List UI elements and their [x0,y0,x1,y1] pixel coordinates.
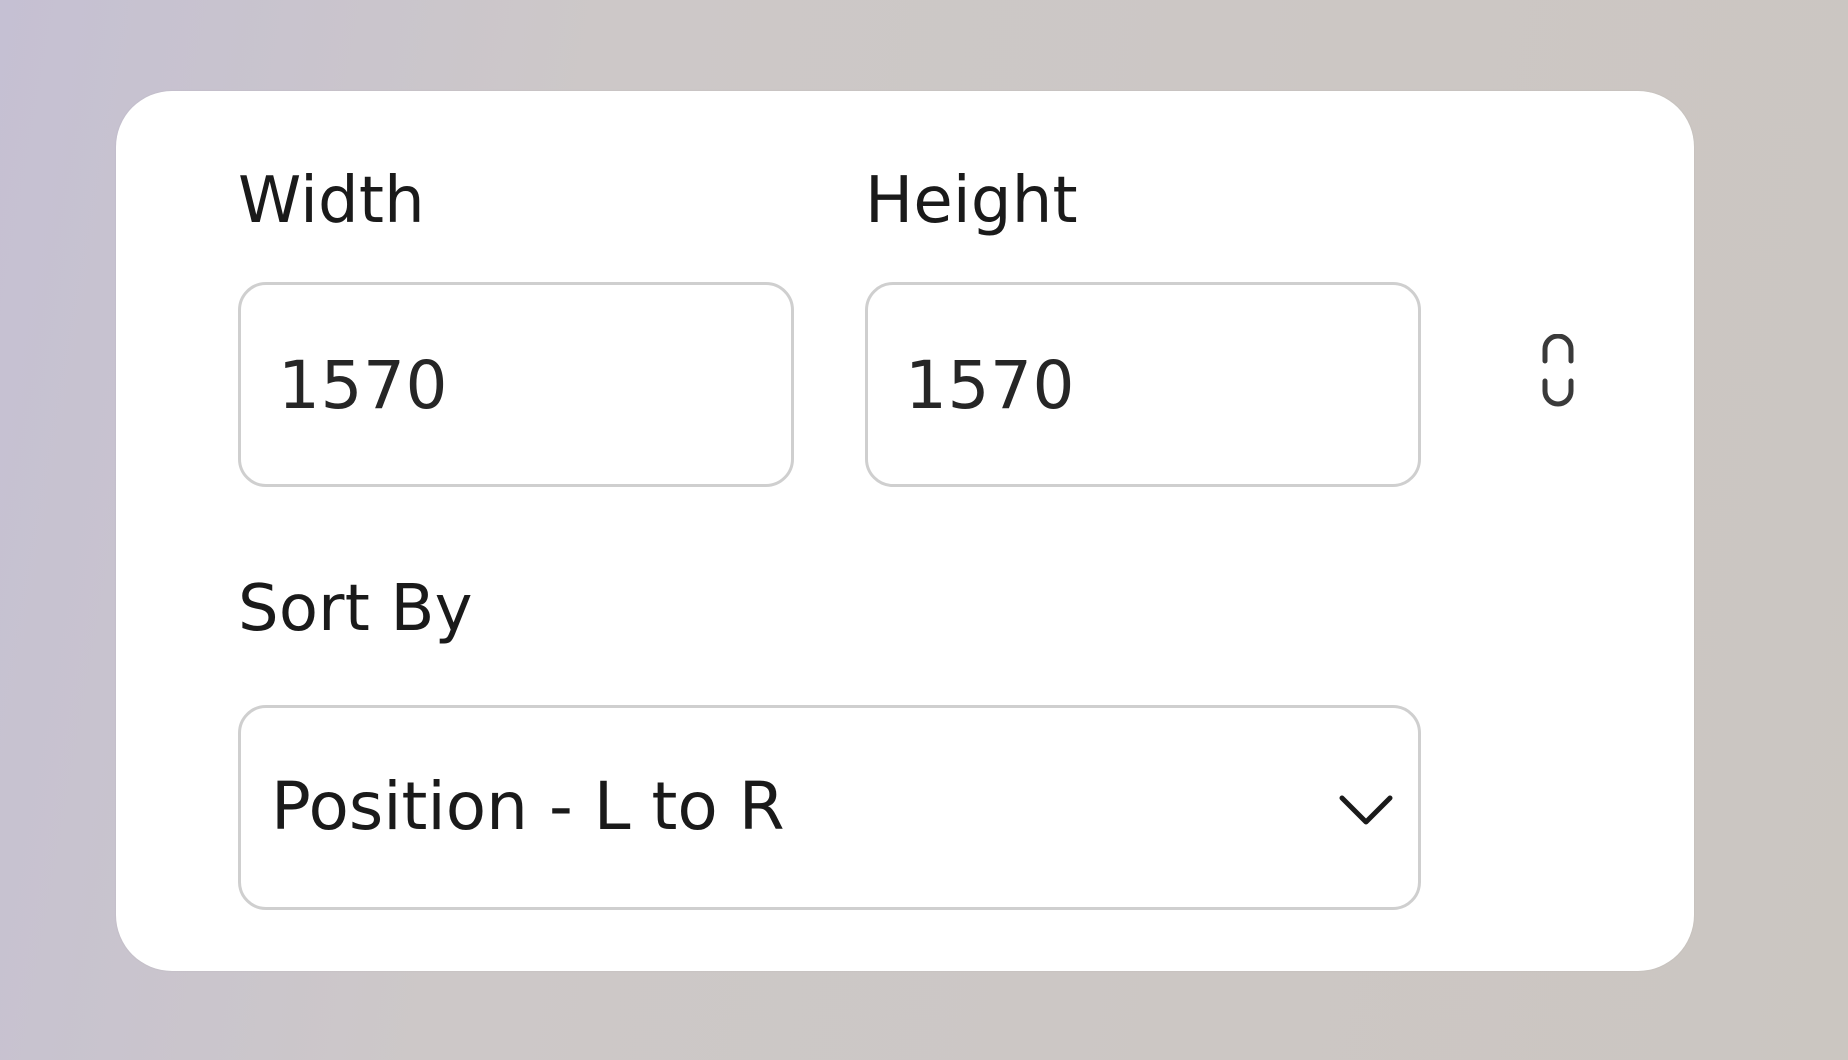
width-label: Width [238,164,425,238]
height-label: Height [865,164,1078,238]
resize-panel: Width Height 1570 1570 Sort By Position … [116,91,1694,971]
height-input-value: 1570 [905,347,1075,424]
sort-by-label: Sort By [238,572,473,646]
width-input-value: 1570 [278,347,448,424]
unlinked-chain-icon[interactable] [1540,334,1576,408]
sort-by-selected-value: Position - L to R [271,768,785,845]
height-input[interactable]: 1570 [865,282,1421,487]
sort-by-select[interactable]: Position - L to R [238,705,1421,910]
width-input[interactable]: 1570 [238,282,794,487]
chevron-down-icon [1339,795,1393,825]
